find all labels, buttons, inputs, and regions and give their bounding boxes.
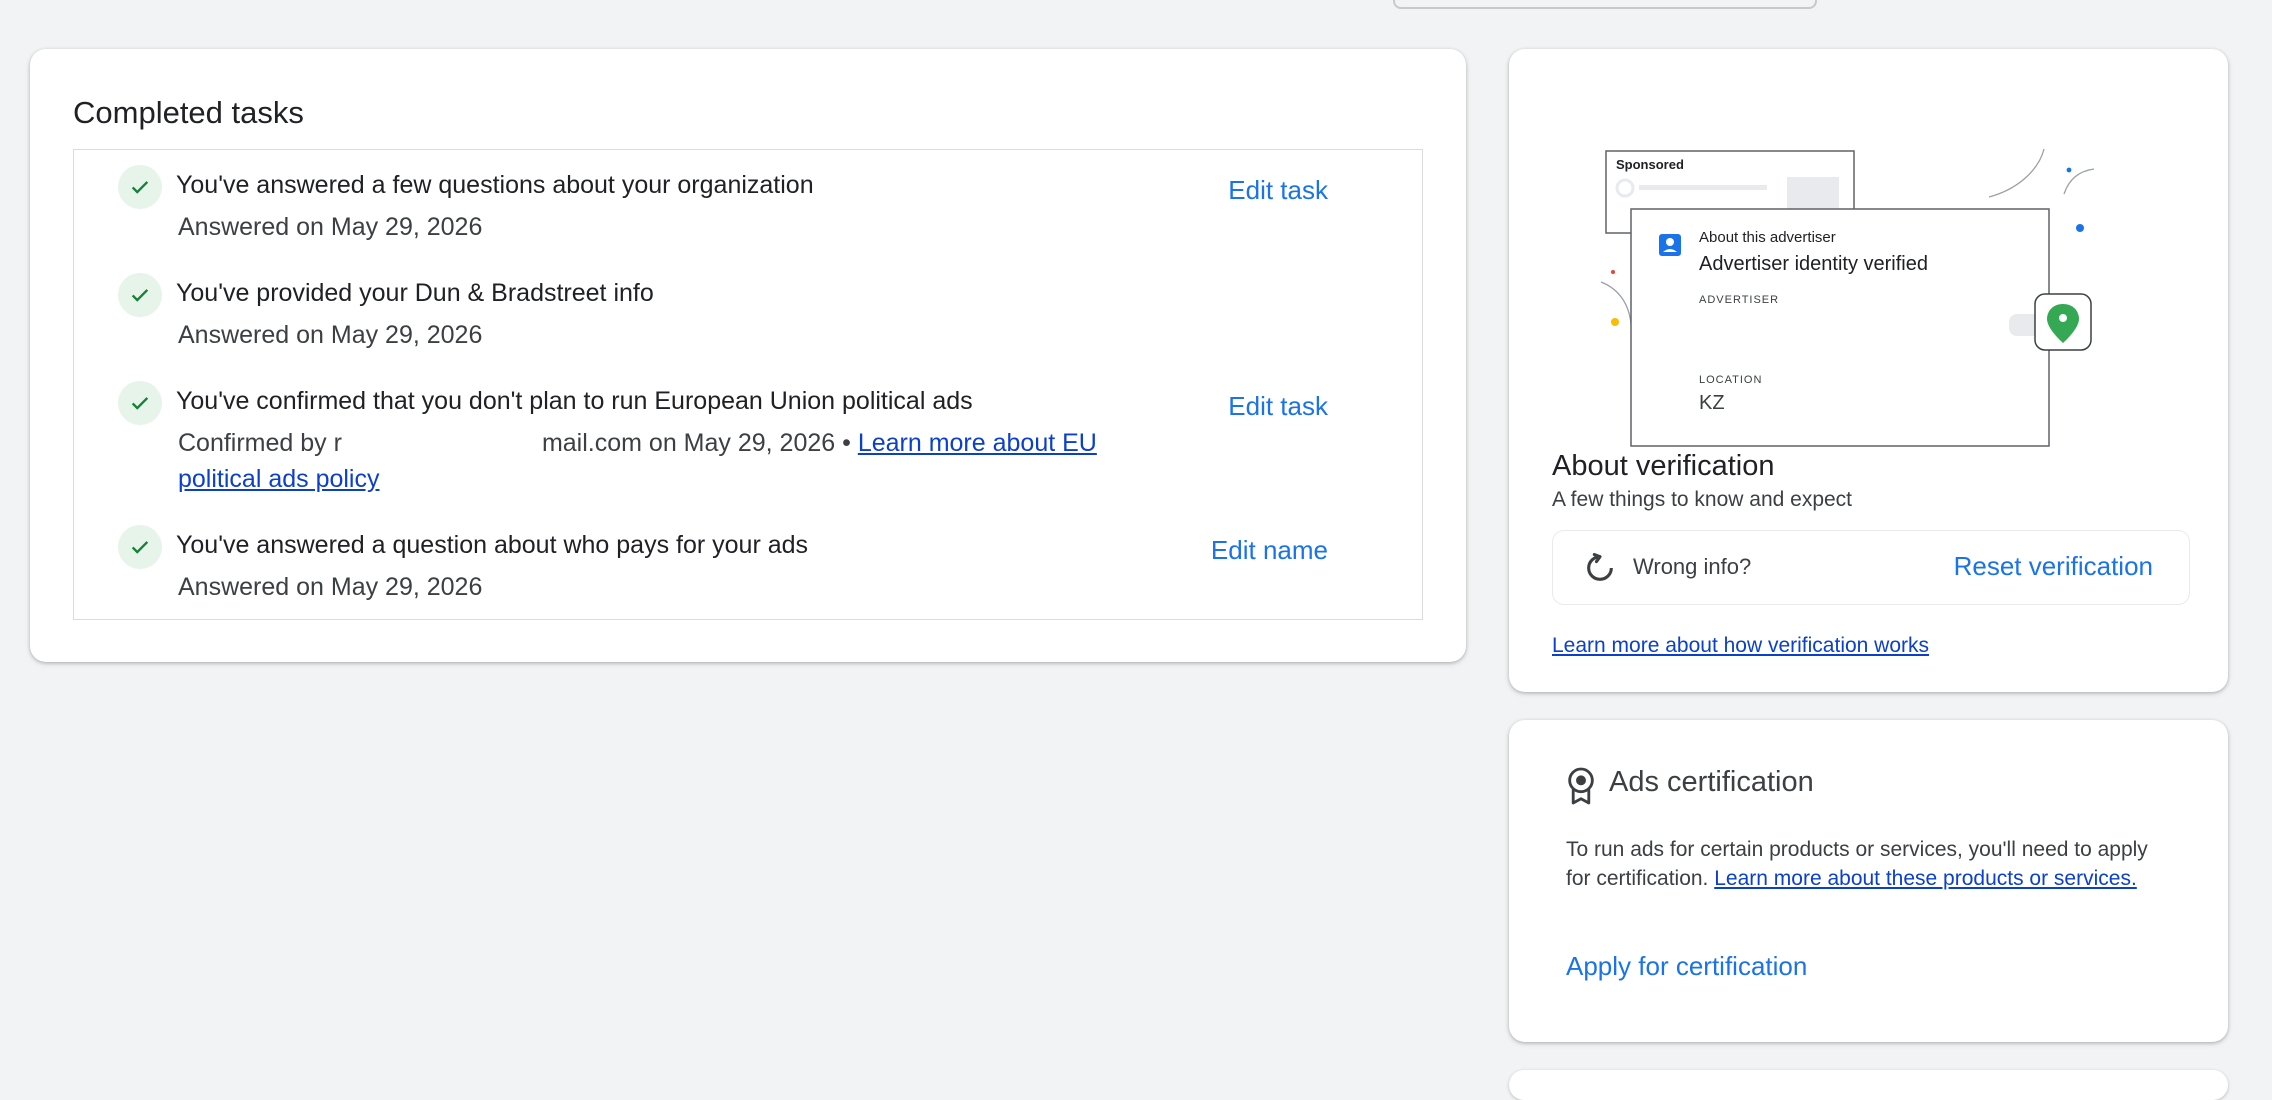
redacted-email [342,450,542,451]
edit-task-button[interactable]: Edit task [1228,175,1328,206]
about-verification-card: Sponsored About this advertiser Advertis… [1509,49,2228,692]
check-icon [118,273,162,317]
edit-task-button[interactable]: Edit task [1228,391,1328,422]
wrong-info-row: Wrong info? Reset verification [1552,530,2190,605]
edit-name-button[interactable]: Edit name [1211,535,1328,566]
location-value: KZ [1699,392,1725,414]
ads-certification-card: Ads certification To run ads for certain… [1509,720,2228,1042]
advertiser-verified-title: Advertiser identity verified [1699,253,1928,275]
task-title: You've provided your Dun & Bradstreet in… [176,279,654,307]
sponsored-label: Sponsored [1616,157,1684,172]
task-subtitle: Answered on May 29, 2026 [178,321,483,349]
task-title: You've confirmed that you don't plan to … [176,387,973,415]
refresh-icon [1587,552,1613,581]
task-title: You've answered a few questions about yo… [176,171,814,199]
wrong-info-label: Wrong info? [1633,554,1752,579]
learn-more-products-link[interactable]: Learn more about these products or servi… [1714,867,2137,890]
about-this-advertiser-label: About this advertiser [1699,229,1836,246]
task-title: You've answered a question about who pay… [176,531,809,559]
check-icon [118,381,162,425]
apply-for-certification-button[interactable]: Apply for certification [1566,951,1807,982]
completed-tasks-list: You've answered a few questions about yo… [73,149,1423,620]
about-verification-title: About verification [1552,450,1775,482]
completed-tasks-title: Completed tasks [73,95,304,130]
ads-certification-title: Ads certification [1609,766,1814,798]
reset-verification-button[interactable]: Reset verification [1954,551,2153,582]
confirmed-by-prefix: Confirmed by r [178,429,342,457]
task-subtitle: Confirmed by r mail.com on May 29, 2026 •… [178,425,1138,497]
advertiser-label: ADVERTISER [1699,294,1779,306]
ads-certification-body: To run ads for certain products or servi… [1566,836,2176,893]
task-subtitle: Answered on May 29, 2026 [178,213,483,241]
completed-tasks-card: Completed tasks You've answered a few qu… [30,49,1466,662]
about-verification-subtitle: A few things to know and expect [1552,488,1853,511]
learn-more-verification-link[interactable]: Learn more about how verification works [1552,634,1929,658]
task-subtitle: Answered on May 29, 2026 [178,573,483,601]
check-icon [118,525,162,569]
top-search-field-edge[interactable] [1393,0,1817,9]
confirmed-by-suffix: mail.com on May 29, 2026 • [541,429,851,457]
badge-icon [1568,767,1594,805]
next-card-edge [1509,1070,2228,1100]
advertiser-verified-illustration: Sponsored About this advertiser Advertis… [1600,148,2095,447]
check-icon [118,165,162,209]
location-label: LOCATION [1699,374,1762,386]
